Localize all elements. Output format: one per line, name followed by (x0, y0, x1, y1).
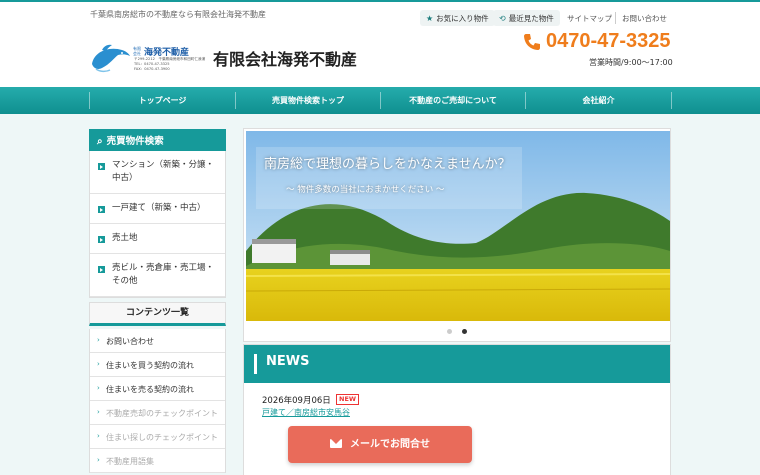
contents-item-sell-check[interactable]: › 不動産売却のチェックポイント (90, 401, 225, 425)
site-header: 千葉県南房総市の不動産なら有限会社海発不動産 ★ お気に入り物件 ⟲ 最近見た物件 … (0, 0, 760, 87)
toolbar-divider (615, 12, 616, 24)
nav-item-selling[interactable]: 不動産のご売却について (381, 87, 525, 114)
arrow-right-icon (98, 266, 105, 273)
logo-company-type: 有限会社 (133, 46, 141, 56)
contents-item-sell-flow[interactable]: › 住まいを売る契約の流れ (90, 377, 225, 401)
sitemap-link[interactable]: サイトマップ (567, 13, 612, 24)
phone-number[interactable]: 0470-47-3325 (546, 30, 671, 53)
contact-link[interactable]: お問い合わせ (622, 13, 667, 24)
property-search-list: マンション（新築・分譲・中古） 一戸建て（新築・中古） 売土地 売ビル・売倉庫・… (89, 151, 226, 298)
mail-contact-button[interactable]: メールでお問合せ (288, 426, 472, 463)
envelope-icon (330, 439, 342, 448)
history-button[interactable]: ⟲ 最近見た物件 (493, 10, 560, 26)
star-icon: ★ (426, 14, 434, 23)
business-hours: 営業時間/9:00～17:00 (589, 58, 673, 67)
nav-item-top[interactable]: トップページ (90, 87, 235, 114)
page: 千葉県南房総市の不動産なら有限会社海発不動産 ★ お気に入り物件 ⟲ 最近見た物件 … (0, 0, 760, 475)
chevron-right-icon: › (97, 408, 100, 416)
slider-dot-2[interactable] (462, 329, 467, 334)
company-name[interactable]: 有限会社海発不動産 (213, 46, 357, 70)
sidebar-item-mansion[interactable]: マンション（新築・分譲・中古） (90, 151, 225, 194)
contents-item-contact[interactable]: › お問い合わせ (90, 329, 225, 353)
dolphin-logo-icon[interactable] (88, 42, 132, 74)
news-header: NEWS (244, 345, 670, 383)
new-badge: NEW (336, 394, 360, 405)
phone-icon (524, 34, 540, 50)
nav-item-company[interactable]: 会社紹介 (526, 87, 671, 114)
chevron-right-icon: › (97, 456, 100, 464)
news-header-accent (254, 354, 257, 374)
hero-slide[interactable]: 南房総で理想の暮らしをかなえませんか？ ～ 物件多数の当社におまかせください ～ (246, 131, 670, 321)
chevron-right-icon: › (97, 432, 100, 440)
chevron-right-icon: › (97, 384, 100, 392)
slider-dot-1[interactable] (447, 329, 452, 334)
nav-item-search[interactable]: 売買物件検索トップ (236, 87, 380, 114)
favorites-button[interactable]: ★ お気に入り物件 (420, 10, 495, 26)
sidebar-item-house[interactable]: 一戸建て（新築・中古） (90, 194, 225, 224)
hero-subcopy: ～ 物件多数の当社におまかせください ～ (286, 185, 445, 195)
hero-catchcopy: 南房総で理想の暮らしをかなえませんか？ (264, 157, 511, 172)
arrow-right-icon (98, 206, 105, 213)
arrow-right-icon (98, 163, 105, 170)
search-icon: ⌕ (97, 136, 103, 147)
hero-slider: 南房総で理想の暮らしをかなえませんか？ ～ 物件多数の当社におまかせください ～ (243, 128, 671, 342)
global-nav: トップページ 売買物件検索トップ 不動産のご売却について 会社紹介 (0, 87, 760, 114)
property-search-heading: ⌕ 売買物件検索 (89, 129, 226, 151)
sidebar-item-land[interactable]: 売土地 (90, 224, 225, 254)
chevron-right-icon: › (97, 336, 100, 344)
sidebar-item-building[interactable]: 売ビル・売倉庫・売工場・その他 (90, 254, 225, 297)
chevron-right-icon: › (97, 360, 100, 368)
contents-heading: コンテンツ一覧 (89, 302, 226, 326)
history-icon: ⟲ (499, 14, 506, 23)
contents-item-buy-flow[interactable]: › 住まいを買う契約の流れ (90, 353, 225, 377)
site-tagline: 千葉県南房総市の不動産なら有限会社海発不動産 (90, 10, 266, 19)
news-title: NEWS (266, 354, 310, 369)
news-date: 2026年09月06日 (262, 396, 331, 406)
contents-item-glossary[interactable]: › 不動産用語集 (90, 449, 225, 473)
arrow-right-icon (98, 236, 105, 243)
contents-list: › お問い合わせ › 住まいを買う契約の流れ › 住まいを売る契約の流れ › 不動産売却… (89, 329, 226, 473)
nav-divider (671, 92, 672, 109)
contents-item-search-check[interactable]: › 住まい探しのチェックポイント (90, 425, 225, 449)
logo-address: 〒299-2212 千葉県南房総市和田町仁我浦 TEL：0470-47-3325… (134, 57, 206, 71)
news-link[interactable]: 戸建て／南房総市安馬谷 (262, 407, 350, 418)
